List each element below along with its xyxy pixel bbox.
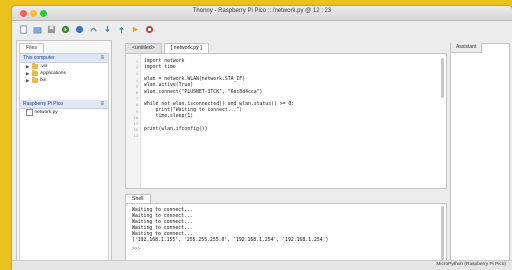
shell-panel[interactable]: Waiting to connect... Waiting to connect.… <box>125 203 447 267</box>
file-label: .vol <box>40 64 48 69</box>
shell-output-line: Waiting to connect... <box>132 214 193 219</box>
new-file-icon[interactable] <box>18 24 28 34</box>
raspberry-pi-pico-label: Raspberry Pi Pico <box>23 101 64 107</box>
tab-untitled[interactable]: <untitled> <box>125 43 162 53</box>
code-line[interactable]: while not wlan.isconnected() and wlan.st… <box>144 102 294 107</box>
shell-output-line: ('192.168.1.155', '255.255.255.0', '192.… <box>132 238 329 243</box>
shell-output-line: Waiting to connect... <box>132 208 193 213</box>
step-over-icon[interactable] <box>88 24 98 34</box>
code-line[interactable]: print(wlan.ifconfig()) <box>144 127 208 132</box>
line-number: 6 <box>135 90 138 95</box>
line-number: 2 <box>135 65 138 71</box>
code-line[interactable]: wlan.connect("PLUSNET-3TCK", "6ec8d4cca"… <box>144 90 262 95</box>
python-file-icon <box>26 108 33 117</box>
line-number: 13 <box>133 133 138 139</box>
folder-icon <box>32 77 38 83</box>
status-bar: MicroPython (Raspberry Pi Pico) <box>12 260 512 270</box>
line-number: 11 <box>133 121 138 126</box>
editor-scrollbar[interactable] <box>441 58 444 98</box>
shell-prompt[interactable]: >>> <box>132 247 141 252</box>
save-file-icon[interactable] <box>46 24 56 34</box>
interpreter-status[interactable]: MicroPython (Raspberry Pi Pico) <box>436 262 506 267</box>
list-item[interactable]: ▶ .vol <box>20 63 108 70</box>
stop-icon[interactable] <box>144 24 154 34</box>
step-into-icon[interactable] <box>102 24 112 34</box>
toolbar <box>12 21 512 37</box>
code-editor[interactable]: 1 2 3 4 5 6 7 8 9 10 11 12 13 import network import t… <box>125 53 447 189</box>
shell-output-line: Waiting to connect... <box>132 226 193 231</box>
files-panel: Files This computer ≡ ▶ .vol ▶ Applications… <box>16 40 112 268</box>
line-number: 4 <box>135 77 138 83</box>
file-label: Applications <box>40 71 66 76</box>
assistant-panel: Assistant <box>450 43 510 261</box>
code-line[interactable]: print("Waiting to connect...") <box>144 108 243 113</box>
tab-network-py[interactable]: [ network.py ] <box>163 43 209 53</box>
shell-tabs: Shell <box>125 194 151 204</box>
line-number: 10 <box>133 114 138 120</box>
run-icon[interactable] <box>60 24 70 34</box>
line-number: 9 <box>135 108 138 114</box>
code-line[interactable]: import time <box>144 65 176 70</box>
file-label: bin <box>40 78 47 83</box>
files-panel-body: This computer ≡ ▶ .vol ▶ Applications ▶ bin R… <box>19 53 109 265</box>
code-line[interactable]: import network <box>144 59 184 64</box>
raspberry-pi-pico-header[interactable]: Raspberry Pi Pico ≡ <box>20 100 108 109</box>
file-label: network.py <box>34 110 58 115</box>
step-out-icon[interactable] <box>116 24 126 34</box>
shell-output-line: Waiting to connect... <box>132 232 193 237</box>
resume-icon[interactable] <box>130 24 140 34</box>
files-tab[interactable]: Files <box>19 43 44 53</box>
editor-tabs: <untitled> [ network.py ] <box>125 43 209 53</box>
folder-icon <box>32 70 38 76</box>
line-number: 12 <box>133 127 138 133</box>
line-number: 3 <box>135 71 138 77</box>
line-number: 1 <box>135 59 138 64</box>
chevron-right-icon[interactable]: ▶ <box>26 63 30 70</box>
line-number-gutter: 1 2 3 4 5 6 7 8 9 10 11 12 13 <box>126 54 141 188</box>
list-item[interactable]: ▶ Applications <box>20 70 108 77</box>
line-number: 5 <box>135 83 138 89</box>
thonny-window: Thonny - Raspberry Pi Pico :: /network.p… <box>12 6 512 270</box>
open-file-icon[interactable] <box>32 24 42 34</box>
this-computer-header[interactable]: This computer ≡ <box>20 54 108 63</box>
chevron-right-icon[interactable]: ▶ <box>26 77 30 84</box>
assistant-tab[interactable]: Assistant <box>451 43 483 53</box>
code-line[interactable]: wlan.active(True) <box>144 83 193 88</box>
folder-icon <box>32 63 38 69</box>
shell-scrollbar[interactable] <box>441 206 444 260</box>
line-number: 8 <box>135 102 138 108</box>
code-line[interactable]: time.sleep(1) <box>144 114 194 119</box>
list-item[interactable]: network.py <box>20 108 108 117</box>
chevron-right-icon[interactable]: ▶ <box>26 70 30 77</box>
section-menu-icon[interactable]: ≡ <box>100 100 104 108</box>
list-item[interactable]: ▶ bin <box>20 77 108 84</box>
section-menu-icon[interactable]: ≡ <box>100 54 104 62</box>
debug-icon[interactable] <box>74 24 84 34</box>
this-computer-label: This computer <box>23 55 55 61</box>
title-bar: Thonny - Raspberry Pi Pico :: /network.p… <box>12 6 512 21</box>
line-number: 7 <box>135 96 138 102</box>
shell-output-line: Waiting to connect... <box>132 220 193 225</box>
window-title: Thonny - Raspberry Pi Pico :: /network.p… <box>192 8 332 14</box>
code-line[interactable]: wlan = network.WLAN(network.STA_IF) <box>144 77 245 82</box>
